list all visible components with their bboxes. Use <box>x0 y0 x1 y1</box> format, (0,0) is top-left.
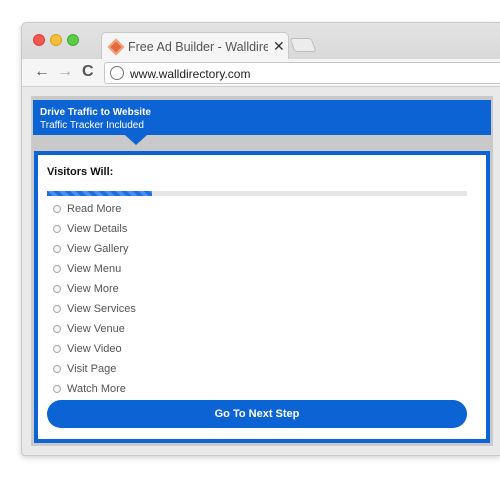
radio-button[interactable] <box>53 305 61 313</box>
tab-title: Free Ad Builder - Walldirectory <box>128 40 268 54</box>
option-label: View Details <box>67 223 128 235</box>
radio-button[interactable] <box>53 385 61 393</box>
radio-button[interactable] <box>53 285 61 293</box>
option-label: View Venue <box>67 323 125 335</box>
header-pointer <box>125 135 147 145</box>
arrow-right-icon[interactable]: → <box>57 64 73 80</box>
form-panel: Visitors Will: Read More View Details View… <box>34 151 490 443</box>
option-label: Visit Page <box>67 363 117 375</box>
option-item[interactable]: View Menu <box>53 259 136 279</box>
option-label: View More <box>67 283 119 295</box>
new-tab-button[interactable] <box>289 38 317 52</box>
title-bar: Free Ad Builder - Walldirectory ✕ <box>22 23 500 60</box>
globe-icon <box>110 66 124 80</box>
radio-button[interactable] <box>53 205 61 213</box>
option-item[interactable]: View More <box>53 279 136 299</box>
next-step-button[interactable]: Go To Next Step <box>47 400 467 428</box>
radio-button[interactable] <box>53 225 61 233</box>
option-item[interactable]: View Video <box>53 339 136 359</box>
option-item[interactable]: View Services <box>53 299 136 319</box>
option-label: View Gallery <box>67 243 129 255</box>
progress-bar <box>47 191 467 196</box>
option-label: View Video <box>67 343 122 355</box>
url-text[interactable]: www.walldirectory.com <box>130 67 250 81</box>
radio-button[interactable] <box>53 325 61 333</box>
header-title: Drive Traffic to Website <box>40 107 151 118</box>
option-label: Read More <box>67 203 122 215</box>
browser-window: Free Ad Builder - Walldirectory ✕ ← → C … <box>21 22 500 456</box>
radio-button[interactable] <box>53 265 61 273</box>
reload-icon[interactable]: C <box>82 64 94 80</box>
radio-button[interactable] <box>53 345 61 353</box>
header-subtitle: Traffic Tracker Included <box>40 120 144 131</box>
option-item[interactable]: View Gallery <box>53 239 136 259</box>
option-item[interactable]: View Venue <box>53 319 136 339</box>
browser-tab[interactable]: Free Ad Builder - Walldirectory ✕ <box>101 32 289 60</box>
close-icon[interactable]: ✕ <box>273 38 285 55</box>
option-label: View Menu <box>67 263 122 275</box>
progress-fill <box>47 191 152 196</box>
form-title: Visitors Will: <box>47 166 114 178</box>
page-viewport: Drive Traffic to Website Traffic Tracker… <box>31 96 493 446</box>
favicon-icon <box>107 38 125 56</box>
browser-toolbar: ← → C www.walldirectory.com <box>22 59 500 87</box>
option-item[interactable]: Watch More <box>53 379 136 399</box>
arrow-left-icon[interactable]: ← <box>34 64 50 80</box>
option-item[interactable]: View Details <box>53 219 136 239</box>
option-label: Watch More <box>67 383 126 395</box>
option-item[interactable]: Visit Page <box>53 359 136 379</box>
maximize-window-button[interactable] <box>67 34 79 46</box>
close-window-button[interactable] <box>33 34 45 46</box>
radio-button[interactable] <box>53 245 61 253</box>
minimize-window-button[interactable] <box>50 34 62 46</box>
page-header: Drive Traffic to Website Traffic Tracker… <box>33 100 491 135</box>
option-label: View Services <box>67 303 136 315</box>
option-item[interactable]: Read More <box>53 199 136 219</box>
options-list: Read More View Details View Gallery View Me… <box>53 199 136 399</box>
radio-button[interactable] <box>53 365 61 373</box>
address-bar[interactable]: www.walldirectory.com <box>104 62 500 84</box>
